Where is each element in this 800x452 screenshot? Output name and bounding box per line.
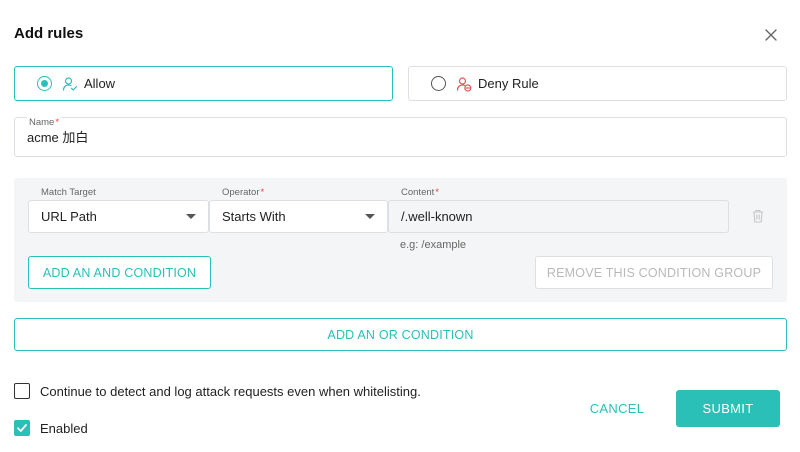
operator-select[interactable]: Operator* Starts With — [209, 187, 388, 233]
enabled-option[interactable]: Enabled — [14, 420, 88, 436]
deny-rule-label: Deny Rule — [478, 76, 539, 91]
page-title: Add rules — [14, 25, 84, 42]
close-icon[interactable] — [762, 26, 780, 44]
user-block-icon — [456, 76, 472, 92]
continue-detect-checkbox[interactable] — [14, 383, 30, 399]
add-and-condition-button[interactable]: ADD AN AND CONDITION — [28, 256, 211, 289]
enabled-label: Enabled — [40, 420, 88, 436]
operator-label: Operator* — [222, 187, 265, 198]
condition-group: Match Target URL Path Operator* Starts W… — [14, 178, 787, 302]
allow-radio[interactable] — [37, 76, 52, 91]
content-label: Content* — [401, 187, 439, 198]
submit-button[interactable]: SUBMIT — [676, 390, 780, 427]
name-field-value: acme 加白 — [27, 130, 89, 145]
operator-value: Starts With — [222, 209, 286, 224]
radio-selected-dot — [41, 80, 48, 87]
deny-rule-option[interactable]: Deny Rule — [408, 66, 787, 101]
user-check-icon — [62, 76, 78, 91]
content-value: /.well-known — [401, 209, 473, 224]
match-target-value: URL Path — [41, 209, 97, 224]
content-input[interactable]: Content* /.well-known — [388, 187, 729, 233]
match-target-select[interactable]: Match Target URL Path — [28, 187, 209, 233]
enabled-checkbox[interactable] — [14, 420, 30, 436]
chevron-down-icon — [186, 214, 196, 219]
remove-condition-group-button[interactable]: REMOVE THIS CONDITION GROUP — [535, 256, 773, 289]
name-field[interactable]: Name* acme 加白 — [14, 117, 787, 157]
cancel-button[interactable]: CANCEL — [584, 391, 650, 426]
allow-label: Allow — [84, 76, 116, 91]
match-target-label: Match Target — [41, 187, 96, 198]
continue-detect-option[interactable]: Continue to detect and log attack reques… — [14, 383, 421, 399]
checkmark-icon — [17, 424, 27, 432]
add-or-condition-button[interactable]: ADD AN OR CONDITION — [14, 318, 787, 351]
trash-icon[interactable] — [751, 208, 765, 224]
allow-option[interactable]: Allow — [14, 66, 393, 101]
deny-radio[interactable] — [431, 76, 446, 91]
continue-detect-label: Continue to detect and log attack reques… — [40, 383, 421, 399]
content-hint: e.g: /example — [400, 239, 467, 251]
chevron-down-icon — [365, 214, 375, 219]
